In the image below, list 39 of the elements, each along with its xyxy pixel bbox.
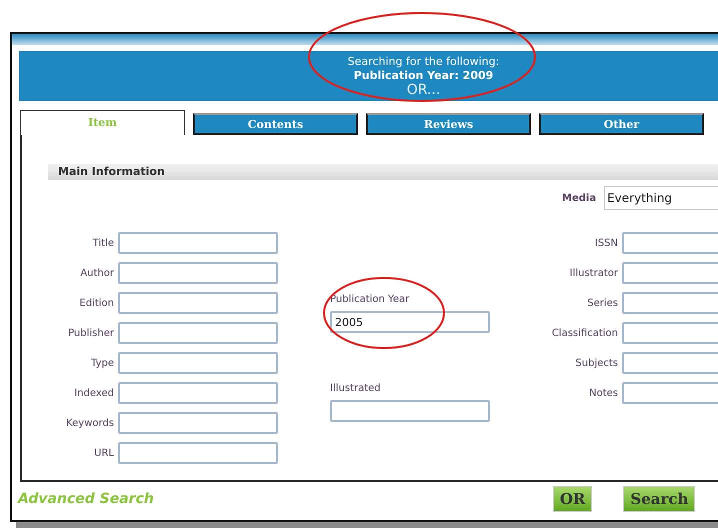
field-label: URL [93, 448, 114, 458]
tab[interactable]: Reviews [366, 113, 531, 135]
field-label: Subjects [574, 358, 618, 368]
field-label: Illustrated [330, 383, 381, 394]
text-field[interactable] [118, 292, 278, 314]
or-connector-text: OR... [406, 83, 440, 97]
text-field[interactable] [118, 232, 278, 254]
field-label: ISSN [594, 238, 618, 248]
text-field[interactable] [118, 442, 278, 464]
text-field[interactable] [330, 400, 490, 422]
field-label: Notes [588, 388, 618, 398]
section-header: Main Information [48, 164, 718, 180]
field-label: Publisher [67, 328, 114, 338]
field-label: Title [92, 238, 114, 248]
advanced-search-link[interactable]: Advanced Search [18, 491, 154, 507]
field-label: Author [79, 268, 114, 278]
field-label: Media [562, 192, 596, 204]
media-dropdown[interactable]: Everything [604, 186, 718, 210]
tab[interactable]: Other [539, 113, 704, 135]
field-label: Publication Year [330, 294, 410, 305]
action-button[interactable]: Search [623, 486, 696, 512]
tab[interactable]: Contents [193, 113, 358, 135]
field-label: Type [90, 358, 114, 368]
field-label: Keywords [65, 418, 114, 428]
text-field[interactable]: 2005 [330, 311, 490, 333]
field-label: Edition [78, 298, 114, 308]
field-label: Illustrator [568, 268, 618, 278]
field-label: Indexed [73, 388, 114, 398]
field-label: Classification [550, 328, 618, 338]
tab[interactable]: Item [20, 110, 185, 135]
text-field[interactable] [118, 382, 278, 404]
text-field[interactable] [118, 412, 278, 434]
text-field[interactable] [118, 352, 278, 374]
field-label: Series [586, 298, 618, 308]
action-button[interactable]: OR [552, 486, 592, 512]
search-criterion: Publication Year: 2009 [354, 69, 494, 83]
text-field[interactable] [118, 262, 278, 284]
text-field[interactable] [118, 322, 278, 344]
banner-heading: Searching for the following: [348, 55, 500, 69]
